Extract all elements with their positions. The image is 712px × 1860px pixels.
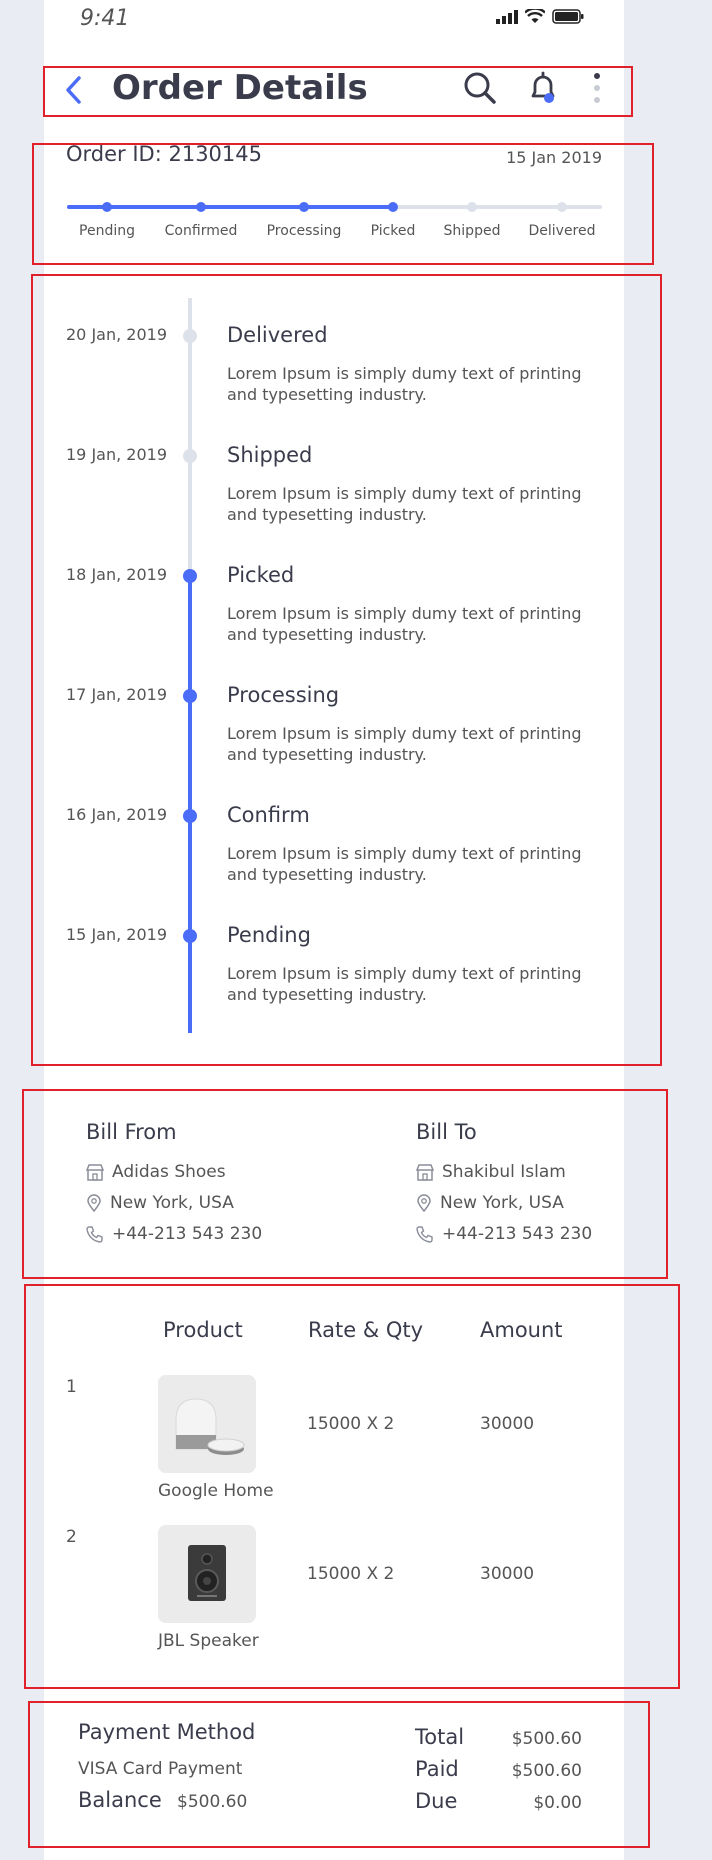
outline-billing [22, 1089, 668, 1279]
signal-icon [496, 9, 518, 24]
status-icons [496, 9, 584, 24]
outline-header [43, 66, 633, 117]
outline-order-progress [32, 143, 654, 265]
battery-icon [552, 9, 584, 24]
outline-payment [28, 1701, 650, 1848]
wifi-icon [525, 9, 545, 23]
outline-timeline [31, 274, 662, 1066]
outline-products [24, 1284, 680, 1689]
status-time: 9:41 [80, 6, 130, 31]
